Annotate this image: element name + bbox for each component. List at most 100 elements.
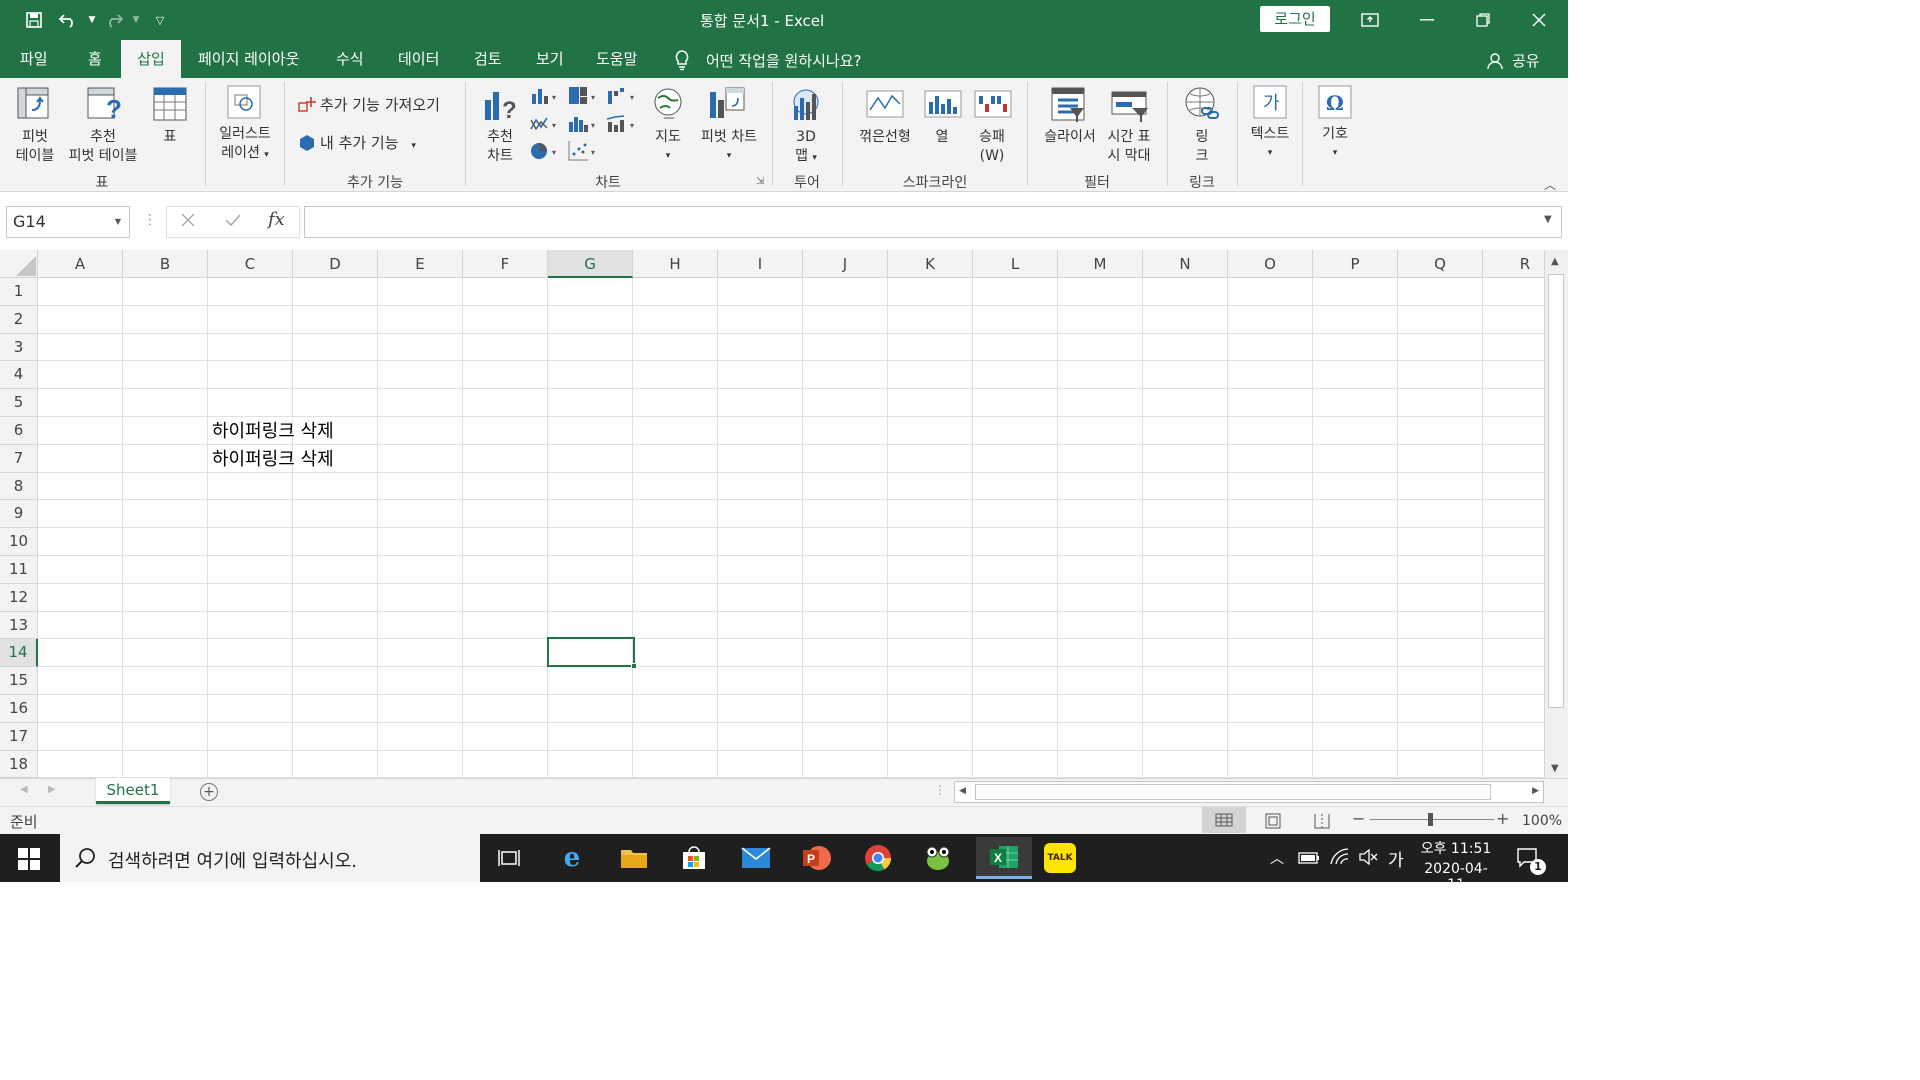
select-all-button[interactable] [0, 250, 38, 278]
row-header-1[interactable]: 1 [0, 278, 38, 306]
tab-home[interactable]: 홈 [78, 40, 112, 78]
row-header-13[interactable]: 13 [0, 611, 38, 640]
add-sheet-button[interactable]: + [200, 783, 218, 801]
link-button[interactable]: 링 크 [1182, 128, 1222, 166]
pie-chart-icon[interactable]: ▾ [530, 140, 560, 166]
column-header-p[interactable]: P [1313, 250, 1398, 278]
row-header-12[interactable]: 12 [0, 583, 38, 612]
volume-muted-icon[interactable] [1358, 848, 1378, 870]
minimize-icon[interactable] [1415, 8, 1439, 32]
column-header-m[interactable]: M [1058, 250, 1143, 278]
pivot-table-button[interactable]: 피벗 테이블 [8, 128, 62, 166]
slicer-button[interactable]: 슬라이서 [1036, 128, 1104, 147]
redo-icon[interactable] [102, 8, 126, 32]
row-header-10[interactable]: 10 [0, 528, 38, 556]
close-icon[interactable] [1527, 8, 1551, 32]
table-button[interactable]: 표 [150, 128, 190, 147]
column-header-q[interactable]: Q [1398, 250, 1483, 278]
scroll-left-icon[interactable]: ◀ [959, 786, 966, 796]
battery-icon[interactable] [1298, 850, 1320, 869]
wifi-icon[interactable] [1330, 848, 1350, 870]
cell-c7[interactable]: 하이퍼링크 삭제 [212, 445, 334, 471]
pivot-chart-button[interactable]: 피벗 차트 ▾ [692, 128, 766, 166]
illustrations-button[interactable]: 일러스트 레이션 ▾ [210, 125, 280, 165]
row-header-17[interactable]: 17 [0, 722, 38, 751]
zoom-level[interactable]: 100% [1522, 813, 1562, 829]
waterfall-chart-icon[interactable]: ▾ [606, 86, 638, 110]
line-sparkline-button[interactable]: 꺾은선형 [852, 128, 918, 147]
column-sparkline-button[interactable]: 열 [922, 128, 962, 147]
sheet-scroll-right-icon[interactable]: ▶ [48, 784, 56, 795]
tell-me-search[interactable]: 어떤 작업을 원하시나요? [706, 50, 862, 71]
undo-icon[interactable] [56, 8, 80, 32]
column-header-h[interactable]: H [633, 250, 718, 278]
row-header-8[interactable]: 8 [0, 472, 38, 501]
recommended-charts-button[interactable]: 추천 차트 [476, 128, 524, 166]
clock-date[interactable]: 2020-04-11 [1416, 861, 1496, 893]
clock-time[interactable]: 오후 11:51 [1416, 838, 1496, 858]
powerpoint-icon[interactable]: P [798, 840, 834, 876]
horizontal-scrollbar[interactable]: ◀ ▶ [954, 781, 1544, 803]
zoom-slider-thumb[interactable] [1428, 813, 1433, 826]
column-header-f[interactable]: F [463, 250, 548, 278]
page-layout-view-button[interactable] [1264, 813, 1282, 833]
row-header-5[interactable]: 5 [0, 389, 38, 417]
edge-icon[interactable]: e [554, 840, 590, 876]
column-header-k[interactable]: K [888, 250, 973, 278]
row-header-9[interactable]: 9 [0, 500, 38, 529]
vertical-scrollbar[interactable]: ▲ ▼ [1544, 250, 1568, 778]
symbol-button[interactable]: 기호 ▾ [1310, 125, 1360, 163]
statistic-chart-icon[interactable]: ▾ [568, 114, 600, 138]
ime-indicator[interactable]: 가 [1388, 846, 1404, 871]
vertical-scroll-thumb[interactable] [1548, 274, 1564, 708]
hierarchy-chart-icon[interactable]: ▾ [568, 86, 600, 110]
task-view-icon[interactable] [498, 848, 520, 872]
column-header-i[interactable]: I [718, 250, 803, 278]
frog-app-icon[interactable] [920, 840, 956, 876]
row-header-4[interactable]: 4 [0, 361, 38, 390]
column-chart-icon[interactable]: ▾ [530, 86, 560, 110]
horizontal-scroll-thumb[interactable] [975, 784, 1491, 800]
kakaotalk-icon[interactable]: TALK [1044, 843, 1076, 873]
scroll-down-icon[interactable]: ▼ [1551, 763, 1559, 774]
row-header-2[interactable]: 2 [0, 305, 38, 334]
cell-c6[interactable]: 하이퍼링크 삭제 [212, 417, 334, 443]
worksheet-grid[interactable]: ABCDEFGHIJKLMNOPQR 1 2 3 4 5 6 7 8 9 10 11 12 13 14 15… [0, 250, 1568, 779]
undo-dropdown-icon[interactable]: ▼ [80, 8, 104, 32]
column-header-g[interactable]: G [548, 250, 633, 278]
row-header-11[interactable]: 11 [0, 556, 38, 584]
file-explorer-icon[interactable] [616, 840, 652, 876]
zoom-slider[interactable] [1370, 813, 1494, 826]
3d-map-button[interactable]: 3D 맵 ▾ [786, 128, 826, 168]
mail-icon[interactable] [738, 840, 774, 876]
get-addins-button[interactable]: 추가 기능 가져오기 [320, 96, 440, 115]
column-header-b[interactable]: B [123, 250, 208, 278]
insert-function-icon[interactable]: fx [268, 209, 285, 230]
excel-taskbar-icon[interactable]: X [976, 837, 1032, 879]
column-header-n[interactable]: N [1143, 250, 1228, 278]
scroll-right-icon[interactable]: ▶ [1532, 786, 1539, 796]
column-header-e[interactable]: E [378, 250, 463, 278]
tab-insert[interactable]: 삽입 [121, 40, 181, 78]
tab-page-layout[interactable]: 페이지 레이아웃 [188, 40, 309, 78]
page-break-view-button[interactable] [1313, 813, 1331, 833]
column-header-l[interactable]: L [973, 250, 1058, 278]
normal-view-button[interactable] [1202, 807, 1246, 833]
ribbon-display-options-icon[interactable] [1358, 8, 1382, 32]
charts-dialog-launcher-icon[interactable]: ⇲ [756, 176, 764, 187]
timeline-button[interactable]: 시간 표 시 막대 [1100, 128, 1158, 166]
customize-qat-icon[interactable]: ▽ [148, 8, 172, 32]
collapse-ribbon-icon[interactable]: ︿ [1544, 176, 1556, 193]
column-header-c[interactable]: C [208, 250, 293, 278]
expand-formula-bar-icon[interactable]: ▼ [1544, 214, 1552, 225]
map-chart-button[interactable]: 지도 ▾ [648, 128, 688, 166]
tab-split-grip-icon[interactable]: ⋮ [934, 783, 946, 797]
scatter-chart-icon[interactable]: ▾ [568, 140, 600, 166]
scroll-up-icon[interactable]: ▲ [1551, 256, 1559, 267]
column-header-d[interactable]: D [293, 250, 378, 278]
tab-file[interactable]: 파일 [10, 40, 58, 78]
row-header-14[interactable]: 14 [0, 639, 38, 668]
tab-formulas[interactable]: 수식 [326, 40, 374, 78]
enter-icon[interactable] [224, 212, 242, 232]
row-header-16[interactable]: 16 [0, 695, 38, 723]
